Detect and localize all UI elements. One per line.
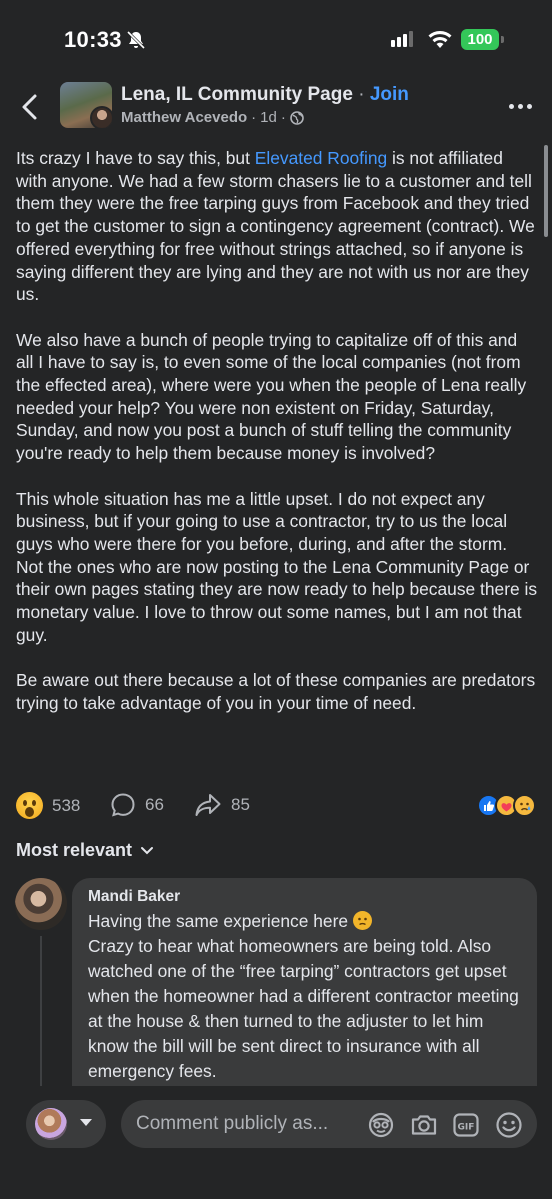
post-paragraph-3: This whole situation has me a little ups… [16,488,538,645]
caret-down-icon [80,1119,92,1126]
comment-bubble-icon [111,793,135,817]
more-options-icon[interactable] [509,104,532,109]
post-text: is not affiliated with anyone. We had a … [16,148,535,305]
meta-separator: · [251,109,257,126]
back-arrow-icon[interactable] [18,92,44,122]
screen: 10:33 100 Lena, IL Community Page · Join… [0,0,552,1199]
post-body: Its crazy I have to say this, but Elevat… [16,147,538,737]
avatar-sticker-icon[interactable] [366,1110,396,1140]
gif-icon[interactable]: GIF [451,1110,481,1140]
comment-input[interactable]: Comment publicly as... GIF [121,1100,537,1148]
bell-muted-icon [126,30,146,50]
scrollbar[interactable] [544,145,548,237]
author-line: Matthew Acevedo · 1d · [121,109,304,126]
comment-first-line: Having the same experience here [88,911,353,931]
comment-body: Crazy to hear what homeowners are being … [88,936,519,1081]
comment-sort-dropdown[interactable]: Most relevant [16,840,154,861]
reply-thread-line [40,936,42,1096]
status-time: 10:33 [64,27,122,52]
author-avatar [90,106,112,128]
comment-text: Having the same experience here Crazy to… [88,909,528,1084]
group-name[interactable]: Lena, IL Community Page [121,84,353,105]
sort-label: Most relevant [16,840,133,860]
share-count-button[interactable]: 85 [194,792,250,818]
comment-bubble[interactable]: Mandi Baker Having the same experience h… [72,878,537,1108]
emoji-smile-icon[interactable] [494,1110,524,1140]
group-title-line: Lena, IL Community Page · Join [121,84,409,106]
post-header: Lena, IL Community Page · Join Matthew A… [0,76,552,138]
battery-tip [501,36,504,43]
post-age[interactable]: 1d [260,109,277,126]
svg-text:GIF: GIF [458,1123,475,1133]
globe-icon [290,110,304,125]
post-text: Its crazy I have to say this, but [16,148,255,168]
concerned-face-emoji-icon [352,911,372,930]
post-paragraph-2: We also have a bunch of people trying to… [16,329,527,464]
reactions-bar: 538 66 85 [0,788,552,824]
title-separator: · [358,84,365,105]
battery-indicator: 100 [461,29,499,50]
share-count: 85 [231,795,250,814]
author-name[interactable]: Matthew Acevedo [121,109,247,126]
page-mention-link[interactable]: Elevated Roofing [255,148,387,168]
camera-icon[interactable] [409,1110,439,1140]
commenter-avatar[interactable] [15,878,67,930]
post-paragraph-1: Its crazy I have to say this, but Elevat… [16,147,538,306]
commenter-name[interactable]: Mandi Baker [88,888,180,906]
user-avatar [35,1108,67,1140]
meta-separator-2: · [280,109,286,126]
identity-switcher[interactable] [26,1100,106,1148]
reaction-summary[interactable] [477,794,539,818]
comment-composer: Comment publicly as... GIF [0,1086,552,1199]
cell-signal-icon [391,31,413,47]
wow-reaction-icon [16,792,43,819]
share-arrow-icon [195,794,221,816]
comment-count-button[interactable]: 66 [110,792,164,818]
status-bar: 10:33 100 [0,0,552,72]
join-button[interactable]: Join [370,84,409,105]
reaction-count: 538 [52,795,81,815]
group-avatar[interactable] [60,82,112,128]
comment-placeholder: Comment publicly as... [136,1113,329,1134]
wifi-icon [428,31,452,48]
sad-reaction-icon [513,794,536,817]
reaction-count-button[interactable]: 538 [16,792,80,819]
comment-count: 66 [145,795,164,814]
post-paragraph-4: Be aware out there because a lot of thes… [16,670,536,713]
chevron-down-icon [141,846,154,854]
